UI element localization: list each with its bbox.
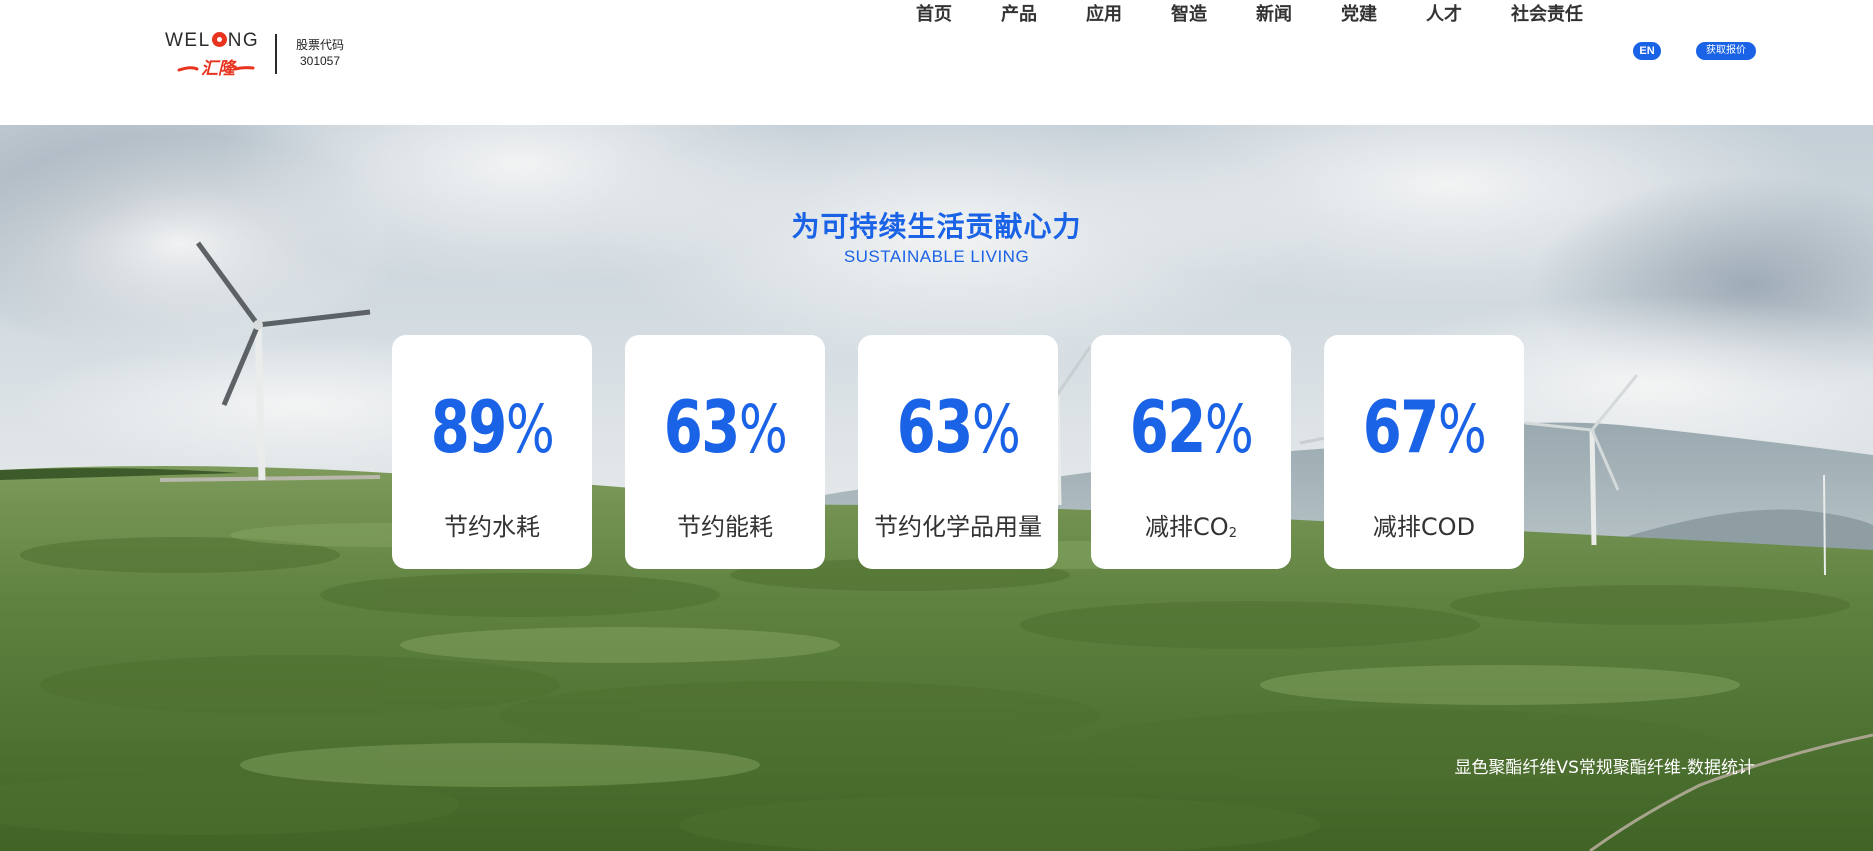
logo-o-icon	[211, 32, 227, 47]
brand-logo[interactable]: WEL NG 汇隆	[165, 28, 265, 84]
stat-card-co2: 62% 减排CO2	[1091, 335, 1291, 569]
stats-caption: 显色聚酯纤维VS常规聚酯纤维-数据统计	[1454, 758, 1755, 778]
stat-number: 62	[1129, 385, 1207, 469]
nav-item-products[interactable]: 产品	[1001, 0, 1037, 26]
nav-item-manufacturing[interactable]: 智造	[1171, 0, 1207, 26]
stat-card-water: 89% 节约水耗	[392, 335, 592, 569]
stat-label: 节约水耗	[444, 513, 540, 541]
nav-item-news[interactable]: 新闻	[1256, 0, 1292, 26]
stat-number: 63	[896, 385, 974, 469]
hero-subtitle: SUSTAINABLE LIVING	[843, 247, 1030, 266]
stat-label-text: 减排CO	[1145, 513, 1229, 541]
nav-item-social-responsibility[interactable]: 社会责任	[1511, 0, 1583, 26]
stat-card-energy: 63% 节约能耗	[625, 335, 825, 569]
stat-value: 63%	[880, 387, 1036, 470]
site-header: WEL NG 汇隆 股票代码 301057 首页 产品 应用 智造 新闻 党建 人…	[0, 0, 1873, 125]
stat-label: 减排CO2	[1091, 507, 1291, 542]
language-switch-button[interactable]: EN	[1633, 42, 1661, 60]
stat-unit: %	[1437, 391, 1487, 468]
stock-label: 股票代码	[295, 38, 344, 52]
stat-value: 62%	[1113, 387, 1269, 470]
logo-text-suffix: NG	[227, 30, 260, 51]
nav-item-home[interactable]: 首页	[916, 0, 952, 26]
stat-value: 63%	[647, 387, 803, 470]
stat-card-cod: 67% 减排COD	[1324, 335, 1524, 569]
stock-code: 301057	[299, 54, 341, 68]
stat-card-chemicals: 63% 节约化学品用量	[858, 335, 1058, 569]
logo-wordmark: WEL NG	[165, 30, 259, 52]
stat-label: 节约能耗	[677, 513, 773, 541]
stat-number: 89	[430, 385, 508, 469]
stat-unit: %	[505, 391, 555, 468]
stat-unit: %	[971, 391, 1021, 468]
stat-label: 节约化学品用量	[874, 513, 1042, 541]
sustainability-hero: 为可持续生活贡献心力 SUSTAINABLE LIVING 89% 节约水耗 6…	[0, 125, 1873, 851]
stat-value: 67%	[1346, 387, 1502, 470]
hero-title: 为可持续生活贡献心力	[791, 210, 1082, 243]
stock-info: 股票代码 301057	[290, 37, 350, 69]
stat-number: 67	[1362, 385, 1440, 469]
logo-brush-mark: 汇隆	[177, 59, 255, 78]
logo-text-prefix: WEL	[165, 30, 211, 51]
stats-cards: 89% 节约水耗 63% 节约能耗 63% 节约化学品用量 62% 减排CO2 …	[392, 335, 1524, 569]
stat-unit: %	[738, 391, 788, 468]
stat-number: 63	[663, 385, 741, 469]
header-divider	[275, 34, 277, 74]
stat-label: 减排COD	[1372, 513, 1476, 541]
nav-item-applications[interactable]: 应用	[1086, 0, 1122, 26]
get-quote-button[interactable]: 获取报价	[1696, 42, 1756, 60]
nav-item-talent[interactable]: 人才	[1426, 0, 1462, 26]
stat-unit: %	[1204, 391, 1254, 468]
logo-mark-text: 汇隆	[201, 59, 238, 78]
stat-label-subscript: 2	[1228, 526, 1237, 541]
nav-item-party-building[interactable]: 党建	[1341, 0, 1377, 26]
stat-value: 89%	[414, 387, 570, 470]
